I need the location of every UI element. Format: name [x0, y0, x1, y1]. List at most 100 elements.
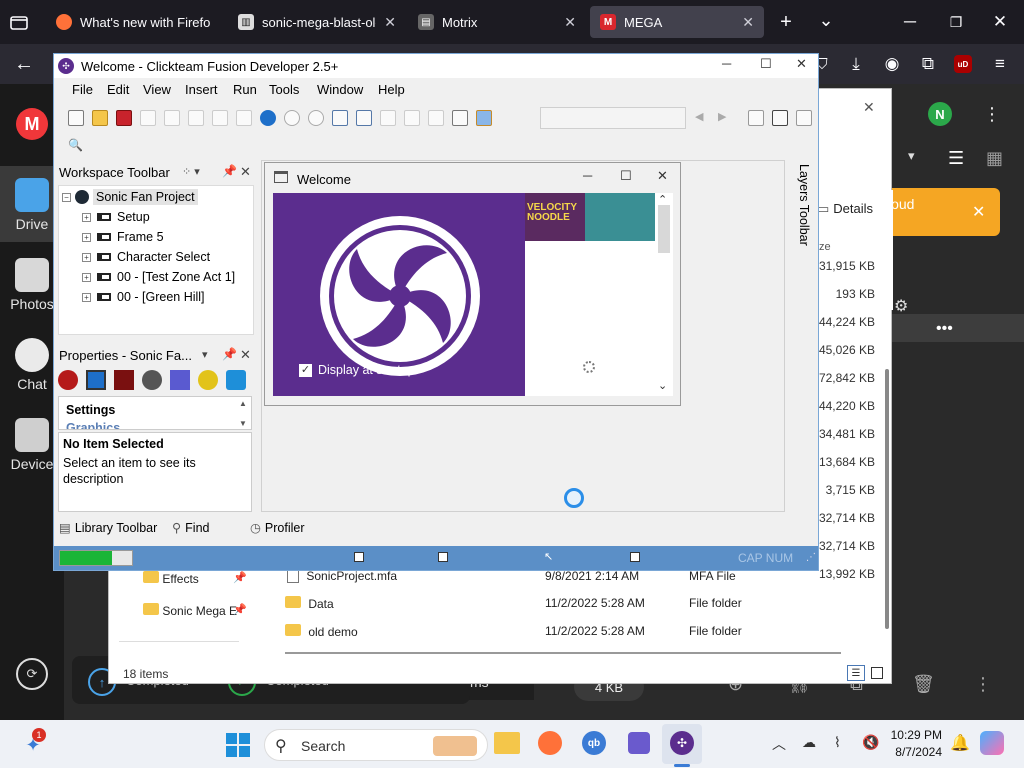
checkbox-checked-icon[interactable]: ✓: [299, 363, 312, 377]
clock-time[interactable]: 10:29 PM: [888, 728, 942, 742]
table-row[interactable]: Data: [285, 596, 334, 611]
tree-item-frame-5[interactable]: + Frame 5: [82, 230, 164, 244]
find-tab[interactable]: ⚲ Find: [172, 520, 209, 536]
minimize-icon[interactable]: ─: [898, 10, 922, 34]
chevron-down-icon[interactable]: ▾: [908, 148, 915, 164]
minimize-icon[interactable]: ─: [722, 56, 731, 71]
tree-root[interactable]: − Sonic Fan Project: [62, 189, 198, 205]
menu-view[interactable]: View: [143, 82, 171, 97]
maximize-icon[interactable]: ☐: [760, 56, 772, 72]
help-icon[interactable]: [260, 110, 276, 126]
redo-icon[interactable]: [236, 110, 252, 126]
frame-select-dropdown[interactable]: [540, 107, 686, 129]
profiler-tab[interactable]: ◷ Profiler: [250, 520, 305, 536]
mega-logo[interactable]: M: [16, 108, 48, 140]
settings-section[interactable]: Settings: [66, 403, 115, 417]
close-icon[interactable]: ✕: [240, 347, 251, 363]
new-tab-button[interactable]: +: [774, 10, 798, 34]
paste-icon[interactable]: [188, 110, 204, 126]
list-view-icon[interactable]: ☰: [948, 148, 964, 169]
more-vertical-icon[interactable]: ⋮: [974, 674, 992, 695]
layers-toolbar-label[interactable]: Layers Toolbar: [791, 164, 811, 254]
table-row[interactable]: SonicProject.mfa: [287, 569, 397, 584]
view-icon-2[interactable]: [772, 110, 788, 126]
scroll-down-icon[interactable]: ⌄: [658, 379, 667, 392]
close-icon[interactable]: ✕: [384, 14, 396, 31]
close-icon[interactable]: ✕: [863, 99, 875, 116]
scroll-up-icon[interactable]: ▲: [239, 399, 247, 408]
trash-icon[interactable]: 🗑: [912, 674, 935, 695]
panel-options-icon[interactable]: ⁘ ▾: [182, 165, 200, 178]
details-view-icon[interactable]: ☰: [847, 665, 865, 681]
window-icon[interactable]: [86, 370, 106, 390]
more-vertical-icon[interactable]: ⋮: [980, 102, 1004, 126]
tree-item-setup[interactable]: + Setup: [82, 210, 150, 224]
align-grid-icon[interactable]: [404, 110, 420, 126]
firefox-taskbar-icon[interactable]: [538, 731, 562, 755]
tab-sonic-mega-blast[interactable]: ▥ sonic-mega-blast-old- ✕: [228, 6, 406, 38]
details-button[interactable]: ▭ Details: [817, 201, 893, 217]
scroll-down-icon[interactable]: ▼: [239, 419, 247, 428]
windows-icon[interactable]: [226, 370, 246, 390]
cut-icon[interactable]: [140, 110, 156, 126]
copy-icon[interactable]: [164, 110, 180, 126]
ublock-icon[interactable]: uD: [954, 55, 972, 73]
tree-item-test-zone[interactable]: +00 - [Test Zone Act 1]: [82, 270, 235, 284]
grid-icon[interactable]: [170, 370, 190, 390]
display-at-startup-checkbox[interactable]: ✓ Display at startup: [299, 363, 415, 377]
open-folder-icon[interactable]: [92, 110, 108, 126]
close-window-icon[interactable]: ✕: [988, 10, 1012, 34]
nav-item-effects[interactable]: Effects: [143, 571, 199, 586]
expand-icon[interactable]: +: [82, 272, 91, 282]
run-icon[interactable]: [114, 370, 134, 390]
close-icon[interactable]: ✕: [564, 14, 576, 31]
tab-mega[interactable]: M MEGA ✕: [590, 6, 764, 38]
more-horizontal-icon[interactable]: •••: [936, 320, 953, 338]
close-icon[interactable]: ✕: [972, 202, 985, 222]
horizontal-scrollbar[interactable]: [285, 652, 841, 654]
search-icon[interactable]: 🔍: [68, 138, 83, 152]
expand-icon[interactable]: +: [82, 232, 91, 242]
tab-firefox-whatsnew[interactable]: What's new with Firefo: [46, 6, 224, 38]
forward-icon[interactable]: [308, 110, 324, 126]
list-tabs-button[interactable]: ⌄: [814, 8, 838, 32]
tab-motrix[interactable]: ▤ Motrix ✕: [408, 6, 586, 38]
graphics-section[interactable]: Graphics: [66, 421, 120, 429]
about-icon[interactable]: [142, 370, 162, 390]
avatar[interactable]: N: [928, 102, 952, 126]
tree-item-character-select[interactable]: + Character Select: [82, 250, 210, 264]
grid-view-icon[interactable]: ▦: [986, 148, 1003, 169]
tab-overview-icon[interactable]: [8, 12, 30, 32]
chevron-up-icon[interactable]: ︿: [772, 734, 786, 754]
extensions-icon[interactable]: ⧉: [916, 52, 940, 76]
expand-icon[interactable]: +: [82, 252, 91, 262]
clock-date[interactable]: 8/7/2024: [888, 745, 942, 759]
tree-item-green-hill[interactable]: +00 - [Green Hill]: [82, 290, 205, 304]
expand-icon[interactable]: +: [82, 292, 91, 302]
close-icon[interactable]: ✕: [657, 168, 668, 184]
new-file-icon[interactable]: [68, 110, 84, 126]
velocity-noodle-banner[interactable]: VELOCITY NOODLE: [525, 193, 655, 241]
undo-icon[interactable]: [212, 110, 228, 126]
menu-run[interactable]: Run: [233, 82, 257, 97]
pin-icon[interactable]: 📌: [222, 164, 237, 178]
minimize-icon[interactable]: ─: [583, 168, 592, 183]
search-box[interactable]: ⚲ Search: [264, 729, 488, 761]
triangle-left-icon[interactable]: ◀: [695, 110, 703, 123]
copilot-icon[interactable]: [980, 731, 1004, 755]
sync-icon[interactable]: ⟳: [16, 658, 48, 690]
list-icon[interactable]: [332, 110, 348, 126]
scrollbar[interactable]: [885, 369, 889, 629]
objects-icon[interactable]: [476, 110, 492, 126]
view-icon-1[interactable]: [748, 110, 764, 126]
account-icon[interactable]: ◉: [880, 52, 904, 76]
align-left-icon[interactable]: [380, 110, 396, 126]
menu-file[interactable]: File: [72, 82, 93, 97]
save-icon[interactable]: [116, 110, 132, 126]
chevron-down-icon[interactable]: ▾: [202, 348, 208, 361]
menu-insert[interactable]: Insert: [185, 82, 218, 97]
file-explorer-taskbar-icon[interactable]: [494, 732, 520, 754]
close-icon[interactable]: ✕: [240, 164, 251, 180]
download-icon[interactable]: ⤓: [844, 52, 868, 76]
volume-mute-icon[interactable]: 🔇: [862, 734, 879, 751]
